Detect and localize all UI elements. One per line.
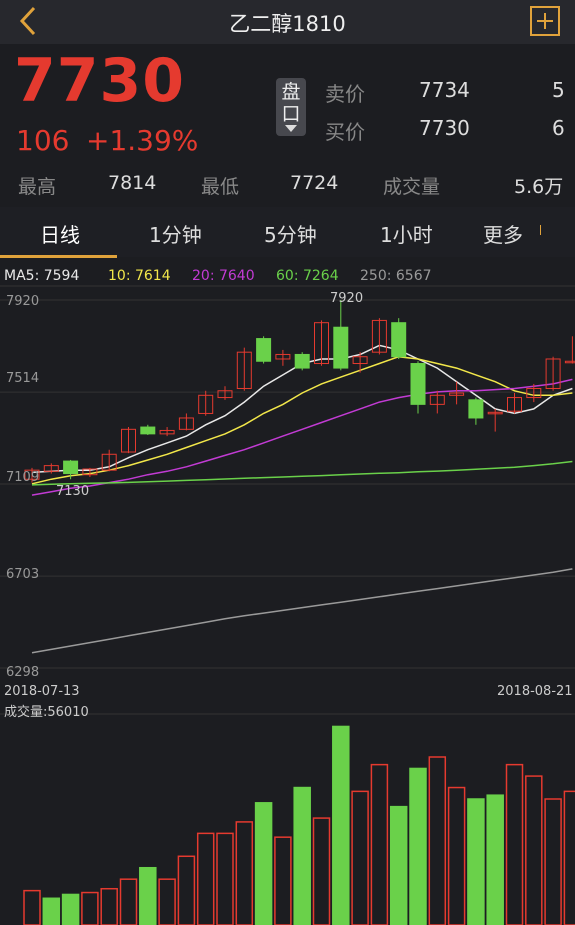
- buy-price: 7730: [419, 116, 470, 140]
- volume-bar: [274, 836, 292, 925]
- add-plus-icon[interactable]: [530, 6, 560, 36]
- volume-bar: [351, 790, 369, 925]
- ma5-legend: MA5: 7594: [4, 268, 80, 284]
- candle-body: [391, 322, 407, 358]
- volume-bar: [486, 794, 504, 925]
- low-value: 7724: [290, 172, 339, 194]
- high-value: 7814: [108, 172, 157, 194]
- volume-bar: [177, 855, 196, 925]
- candle-body: [468, 399, 484, 419]
- volume-bar: [332, 725, 350, 925]
- ma60-legend: 60: 7264: [276, 268, 339, 284]
- more-indicator-icon: [540, 225, 541, 235]
- orderbook-toggle-label: 盘口: [281, 81, 301, 125]
- volume-bar: [42, 897, 61, 925]
- tab-5min[interactable]: 5分钟: [264, 219, 317, 248]
- x-tick-start: 2018-07-13: [4, 684, 80, 699]
- period-tabs: 日线 1分钟 5分钟 1小时 更多: [0, 207, 575, 258]
- tab-more[interactable]: 更多: [483, 219, 523, 248]
- nav-bar: 乙二醇1810: [0, 0, 575, 44]
- tab-1hour[interactable]: 1小时: [380, 219, 433, 248]
- ma250-legend: 250: 6567: [360, 268, 432, 284]
- page-title: 乙二醇1810: [229, 12, 346, 36]
- volume-bar: [196, 832, 215, 925]
- orderbook-toggle-button[interactable]: 盘口: [276, 78, 306, 136]
- volume-bar: [447, 786, 466, 925]
- candle-body: [333, 326, 349, 369]
- y-tick-label: 6298: [6, 665, 40, 680]
- volume-bar: [61, 893, 80, 925]
- kline-chart[interactable]: [0, 285, 575, 925]
- candle-body: [63, 460, 79, 475]
- candle-body: [294, 353, 310, 369]
- high-annotation: 7920: [330, 291, 364, 306]
- ma10-legend: 10: 7614: [108, 268, 171, 284]
- buy-price-label: 买价: [325, 120, 365, 144]
- ma-line-ma20: [31, 378, 573, 496]
- buy-volume: 6: [552, 116, 565, 140]
- sell-price-label: 卖价: [325, 82, 365, 106]
- volume-bar: [312, 817, 331, 925]
- volume-value: 5.6万: [514, 176, 564, 198]
- y-tick-label: 7514: [6, 371, 40, 386]
- volume-bar: [100, 887, 118, 925]
- volume-title: 成交量:56010: [4, 705, 89, 720]
- candle-body: [410, 363, 426, 405]
- volume-bar: [467, 798, 485, 925]
- low-label: 最低: [201, 176, 240, 198]
- tab-daily[interactable]: 日线: [40, 219, 80, 248]
- last-price: 7730: [14, 46, 185, 116]
- volume-bar: [505, 763, 524, 925]
- x-tick-end: 2018-08-21: [497, 684, 573, 699]
- ma20-legend: 20: 7640: [192, 268, 255, 284]
- volume-bar: [158, 878, 176, 925]
- volume-bar: [139, 866, 157, 925]
- sell-volume: 5: [552, 78, 565, 102]
- volume-bar: [563, 790, 575, 925]
- candle-body: [256, 338, 272, 362]
- quote-panel: 7730 106 +1.39% 盘口 卖价 7734 5 买价 7730 6 最…: [0, 44, 575, 206]
- price-change: 106: [16, 124, 70, 157]
- y-tick-label: 6703: [6, 567, 40, 582]
- active-tab-underline: [0, 255, 117, 258]
- volume-bar: [119, 878, 138, 925]
- dropdown-triangle-icon: [285, 125, 297, 132]
- high-label: 最高: [18, 176, 57, 198]
- volume-bar: [525, 775, 543, 925]
- low-annotation: 7130: [56, 484, 90, 499]
- volume-bar: [544, 798, 562, 925]
- volume-bar: [370, 763, 389, 925]
- volume-bar: [409, 767, 427, 925]
- volume-bar: [235, 821, 254, 925]
- volume-bar: [216, 832, 234, 925]
- candle-body: [140, 426, 156, 435]
- volume-bar: [254, 802, 273, 925]
- y-tick-label: 7109: [6, 470, 40, 485]
- volume-label: 成交量: [383, 176, 441, 198]
- y-tick-label: 7920: [6, 294, 40, 309]
- tab-1min[interactable]: 1分钟: [149, 219, 202, 248]
- volume-bar: [23, 889, 41, 925]
- volume-bar: [389, 805, 408, 925]
- candle-body: [564, 360, 575, 364]
- price-change-percent: +1.39%: [86, 124, 199, 157]
- volume-bar: [428, 756, 447, 925]
- volume-bar: [81, 891, 99, 925]
- volume-bar: [293, 786, 311, 925]
- ma-line-ma250: [31, 568, 573, 654]
- sell-price: 7734: [419, 78, 470, 102]
